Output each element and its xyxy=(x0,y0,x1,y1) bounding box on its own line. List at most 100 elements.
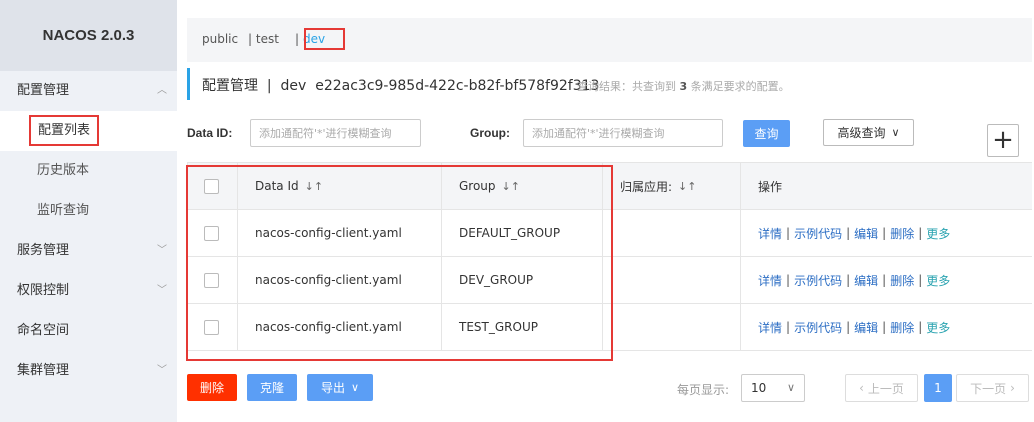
chevron-down-icon: ﹀ xyxy=(157,365,167,376)
header-data-id[interactable]: Data Id ↓↑ xyxy=(238,163,442,209)
page-number-current[interactable]: 1 xyxy=(924,374,952,402)
cell-app xyxy=(603,304,741,350)
header-label: 归属应用: xyxy=(620,179,673,194)
sidebar-item-label: 服务管理 xyxy=(17,243,70,258)
sample-code-link[interactable]: 示例代码 xyxy=(794,272,842,289)
query-button[interactable]: 查询 xyxy=(743,120,790,147)
sidebar-item-auth-control[interactable]: 权限控制 ﹀ xyxy=(0,271,177,311)
edit-link[interactable]: 编辑 xyxy=(854,319,878,336)
plus-icon: + xyxy=(992,125,1014,155)
advanced-query-label: 高级查询 xyxy=(837,126,886,140)
header-label: 操作 xyxy=(758,179,783,194)
clone-button[interactable]: 克隆 xyxy=(247,374,297,401)
row-checkbox[interactable] xyxy=(204,319,219,335)
row-checkbox[interactable] xyxy=(204,272,219,288)
cell-data-id: nacos-config-client.yaml xyxy=(238,257,442,303)
chevron-down-icon: ﹀ xyxy=(157,285,167,296)
cell-data-id: nacos-config-client.yaml xyxy=(238,304,442,350)
page-title-bar: 配置管理 | dev e22ac3c9-985d-422c-b82f-bf578… xyxy=(187,68,1032,100)
select-all-checkbox[interactable] xyxy=(204,178,219,194)
delete-link[interactable]: 删除 xyxy=(890,225,914,242)
batch-delete-button[interactable]: 删除 xyxy=(187,374,237,401)
cell-group: DEV_GROUP xyxy=(442,257,603,303)
cell-group: DEFAULT_GROUP xyxy=(442,210,603,256)
sort-icon[interactable]: ↓↑ xyxy=(502,180,520,193)
cell-app xyxy=(603,257,741,303)
page-size-select[interactable]: 10 ∨ xyxy=(741,374,805,402)
advanced-query-button[interactable]: 高级查询 ∨ xyxy=(823,119,914,146)
add-config-button[interactable]: + xyxy=(987,124,1019,157)
chevron-right-icon: › xyxy=(1010,381,1015,395)
export-button[interactable]: 导出 ∨ xyxy=(307,374,373,401)
namespace-separator: | xyxy=(295,32,300,46)
separator: | xyxy=(918,320,923,334)
header-group[interactable]: Group ↓↑ xyxy=(442,163,603,209)
separator: | xyxy=(846,320,851,334)
separator: | xyxy=(846,273,851,287)
header-label: Data Id xyxy=(255,179,299,193)
edit-link[interactable]: 编辑 xyxy=(854,272,878,289)
header-label: Group xyxy=(459,179,496,193)
query-result-hint: 查询结果：共查询到 3 条满足要求的配置。 xyxy=(577,78,790,94)
main-content: public | test | dev 配置管理 | dev e22ac3c9-… xyxy=(177,0,1034,422)
prev-page-button[interactable]: ‹ 上一页 xyxy=(845,374,918,402)
detail-link[interactable]: 详情 xyxy=(758,272,782,289)
data-id-label: Data ID: xyxy=(187,126,233,140)
config-table: Data Id ↓↑ Group ↓↑ 归属应用: ↓↑ 操作 nacos-confi… xyxy=(187,162,1032,351)
chevron-up-icon: ︿ xyxy=(157,85,167,96)
sidebar-item-cluster-mgmt[interactable]: 集群管理 ﹀ xyxy=(0,351,177,391)
page-title: 配置管理 | dev e22ac3c9-985d-422c-b82f-bf578… xyxy=(202,78,600,94)
page-size-value: 10 xyxy=(751,381,767,395)
namespace-test[interactable]: | test xyxy=(248,32,279,46)
table-row: nacos-config-client.yaml DEV_GROUP 详情 | 示例… xyxy=(188,257,1032,304)
separator: | xyxy=(918,273,923,287)
sidebar-item-config-mgmt[interactable]: 配置管理 ︿ xyxy=(0,71,177,111)
detail-link[interactable]: 详情 xyxy=(758,319,782,336)
delete-link[interactable]: 删除 xyxy=(890,272,914,289)
separator: | xyxy=(786,226,791,240)
sidebar-item-listen-query[interactable]: 监听查询 xyxy=(0,191,177,231)
sort-icon[interactable]: ↓↑ xyxy=(678,180,696,193)
sample-code-link[interactable]: 示例代码 xyxy=(794,225,842,242)
more-link[interactable]: 更多 xyxy=(926,225,950,242)
more-link[interactable]: 更多 xyxy=(926,319,950,336)
delete-link[interactable]: 删除 xyxy=(890,319,914,336)
sidebar-item-config-list[interactable]: 配置列表 xyxy=(0,111,177,151)
more-link[interactable]: 更多 xyxy=(926,272,950,289)
separator: | xyxy=(846,226,851,240)
sample-code-link[interactable]: 示例代码 xyxy=(794,319,842,336)
sidebar-item-label: 集群管理 xyxy=(17,363,70,378)
sidebar-item-label: 配置列表 xyxy=(28,115,100,146)
row-checkbox-cell xyxy=(188,304,238,350)
sidebar-item-label: 历史版本 xyxy=(37,163,90,178)
brand-logo: NACOS 2.0.3 xyxy=(0,0,177,71)
detail-link[interactable]: 详情 xyxy=(758,225,782,242)
sidebar-item-history[interactable]: 历史版本 xyxy=(0,151,177,191)
sort-icon[interactable]: ↓↑ xyxy=(305,180,323,193)
row-checkbox[interactable] xyxy=(204,225,219,241)
chevron-left-icon: ‹ xyxy=(859,381,864,395)
highlight-box xyxy=(304,28,345,50)
data-id-input[interactable] xyxy=(250,119,421,147)
export-label: 导出 xyxy=(320,381,345,395)
namespace-public[interactable]: public xyxy=(202,32,238,46)
cell-data-id: nacos-config-client.yaml xyxy=(238,210,442,256)
cell-ops: 详情 | 示例代码 | 编辑 | 删除 | 更多 xyxy=(741,257,1032,303)
header-app[interactable]: 归属应用: ↓↑ xyxy=(603,163,741,209)
next-page-button[interactable]: 下一页 › xyxy=(956,374,1029,402)
cell-app xyxy=(603,210,741,256)
cell-ops: 详情 | 示例代码 | 编辑 | 删除 | 更多 xyxy=(741,210,1032,256)
separator: | xyxy=(882,273,887,287)
header-checkbox-cell xyxy=(188,163,238,209)
sidebar-item-service-mgmt[interactable]: 服务管理 ﹀ xyxy=(0,231,177,271)
nacos-console: NACOS 2.0.3 配置管理 ︿ 配置列表 历史版本 监听查询 服务管理 ﹀… xyxy=(0,0,1034,422)
table-header-row: Data Id ↓↑ Group ↓↑ 归属应用: ↓↑ 操作 xyxy=(188,163,1032,210)
sidebar-item-label: 配置管理 xyxy=(17,83,70,98)
next-page-label: 下一页 xyxy=(970,381,1007,396)
edit-link[interactable]: 编辑 xyxy=(854,225,878,242)
separator: | xyxy=(882,320,887,334)
sidebar-item-label: 权限控制 xyxy=(17,283,70,298)
sidebar-item-namespace[interactable]: 命名空间 xyxy=(0,311,177,351)
header-ops: 操作 xyxy=(741,163,1032,209)
group-input[interactable] xyxy=(523,119,723,147)
